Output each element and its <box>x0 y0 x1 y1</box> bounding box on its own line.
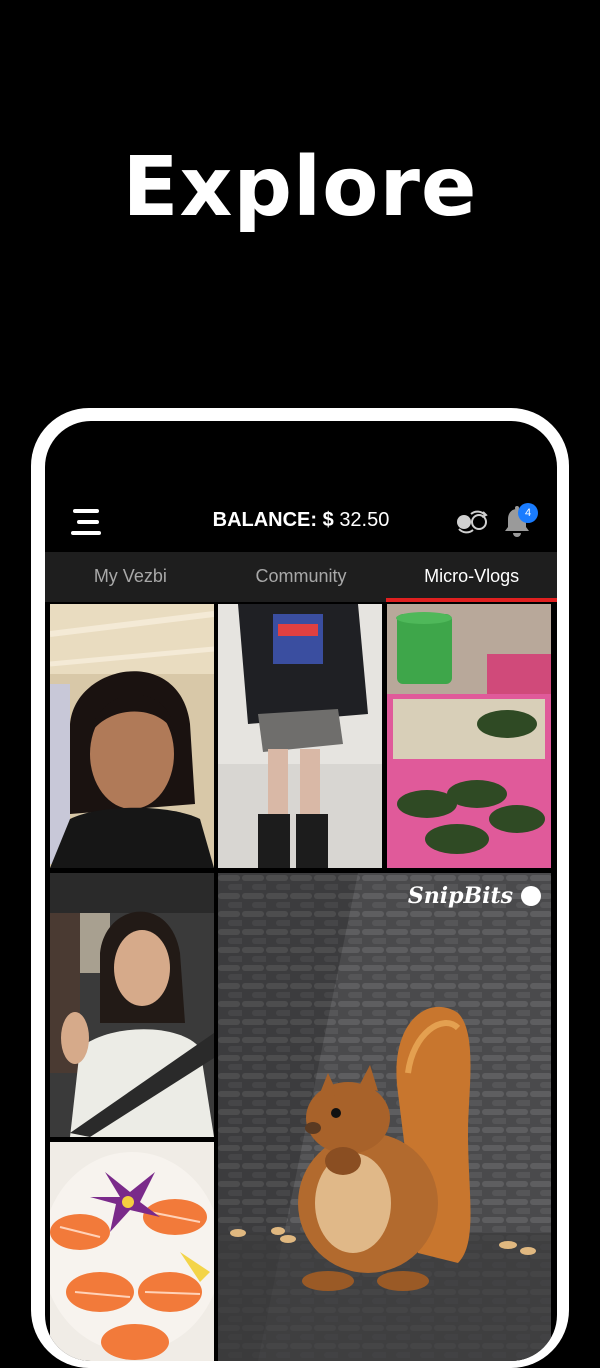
page-hero-title: Explore <box>122 140 478 235</box>
tab-my-vezbi[interactable]: My Vezbi <box>45 552 216 602</box>
vlog-thumbnail-sushi[interactable] <box>50 1142 214 1361</box>
tab-micro-vlogs[interactable]: Micro-Vlogs <box>386 552 557 602</box>
tab-community[interactable]: Community <box>216 552 387 602</box>
tab-bar: My Vezbi Community Micro-Vlogs <box>45 552 557 602</box>
balance-value: 32.50 <box>339 509 390 531</box>
balance-label: BALANCE: <box>212 509 318 531</box>
snipbits-watermark-text: SnipBits <box>407 883 513 909</box>
snipbits-watermark: SnipBits <box>408 883 541 909</box>
vlog-thumbnail-woman-in-car[interactable] <box>50 873 214 1137</box>
vlog-thumbnail-fashion-boots[interactable] <box>218 604 382 868</box>
vlog-thumbnail-market-food[interactable] <box>387 604 551 868</box>
snipbits-dot-icon <box>521 886 541 906</box>
vlog-thumbnail-woman-selfie[interactable] <box>50 604 214 868</box>
currency-symbol: $ <box>322 509 334 531</box>
app-header: BALANCE: $ 32.50 <box>45 499 557 547</box>
vlog-thumbnail-squirrel[interactable]: SnipBits <box>218 873 551 1361</box>
phone-screen: BALANCE: $ 32.50 4 My Vezbi Community Mi… <box>45 421 557 1361</box>
swap-toggle-icon[interactable] <box>453 509 491 535</box>
notification-badge: 4 <box>518 503 538 523</box>
